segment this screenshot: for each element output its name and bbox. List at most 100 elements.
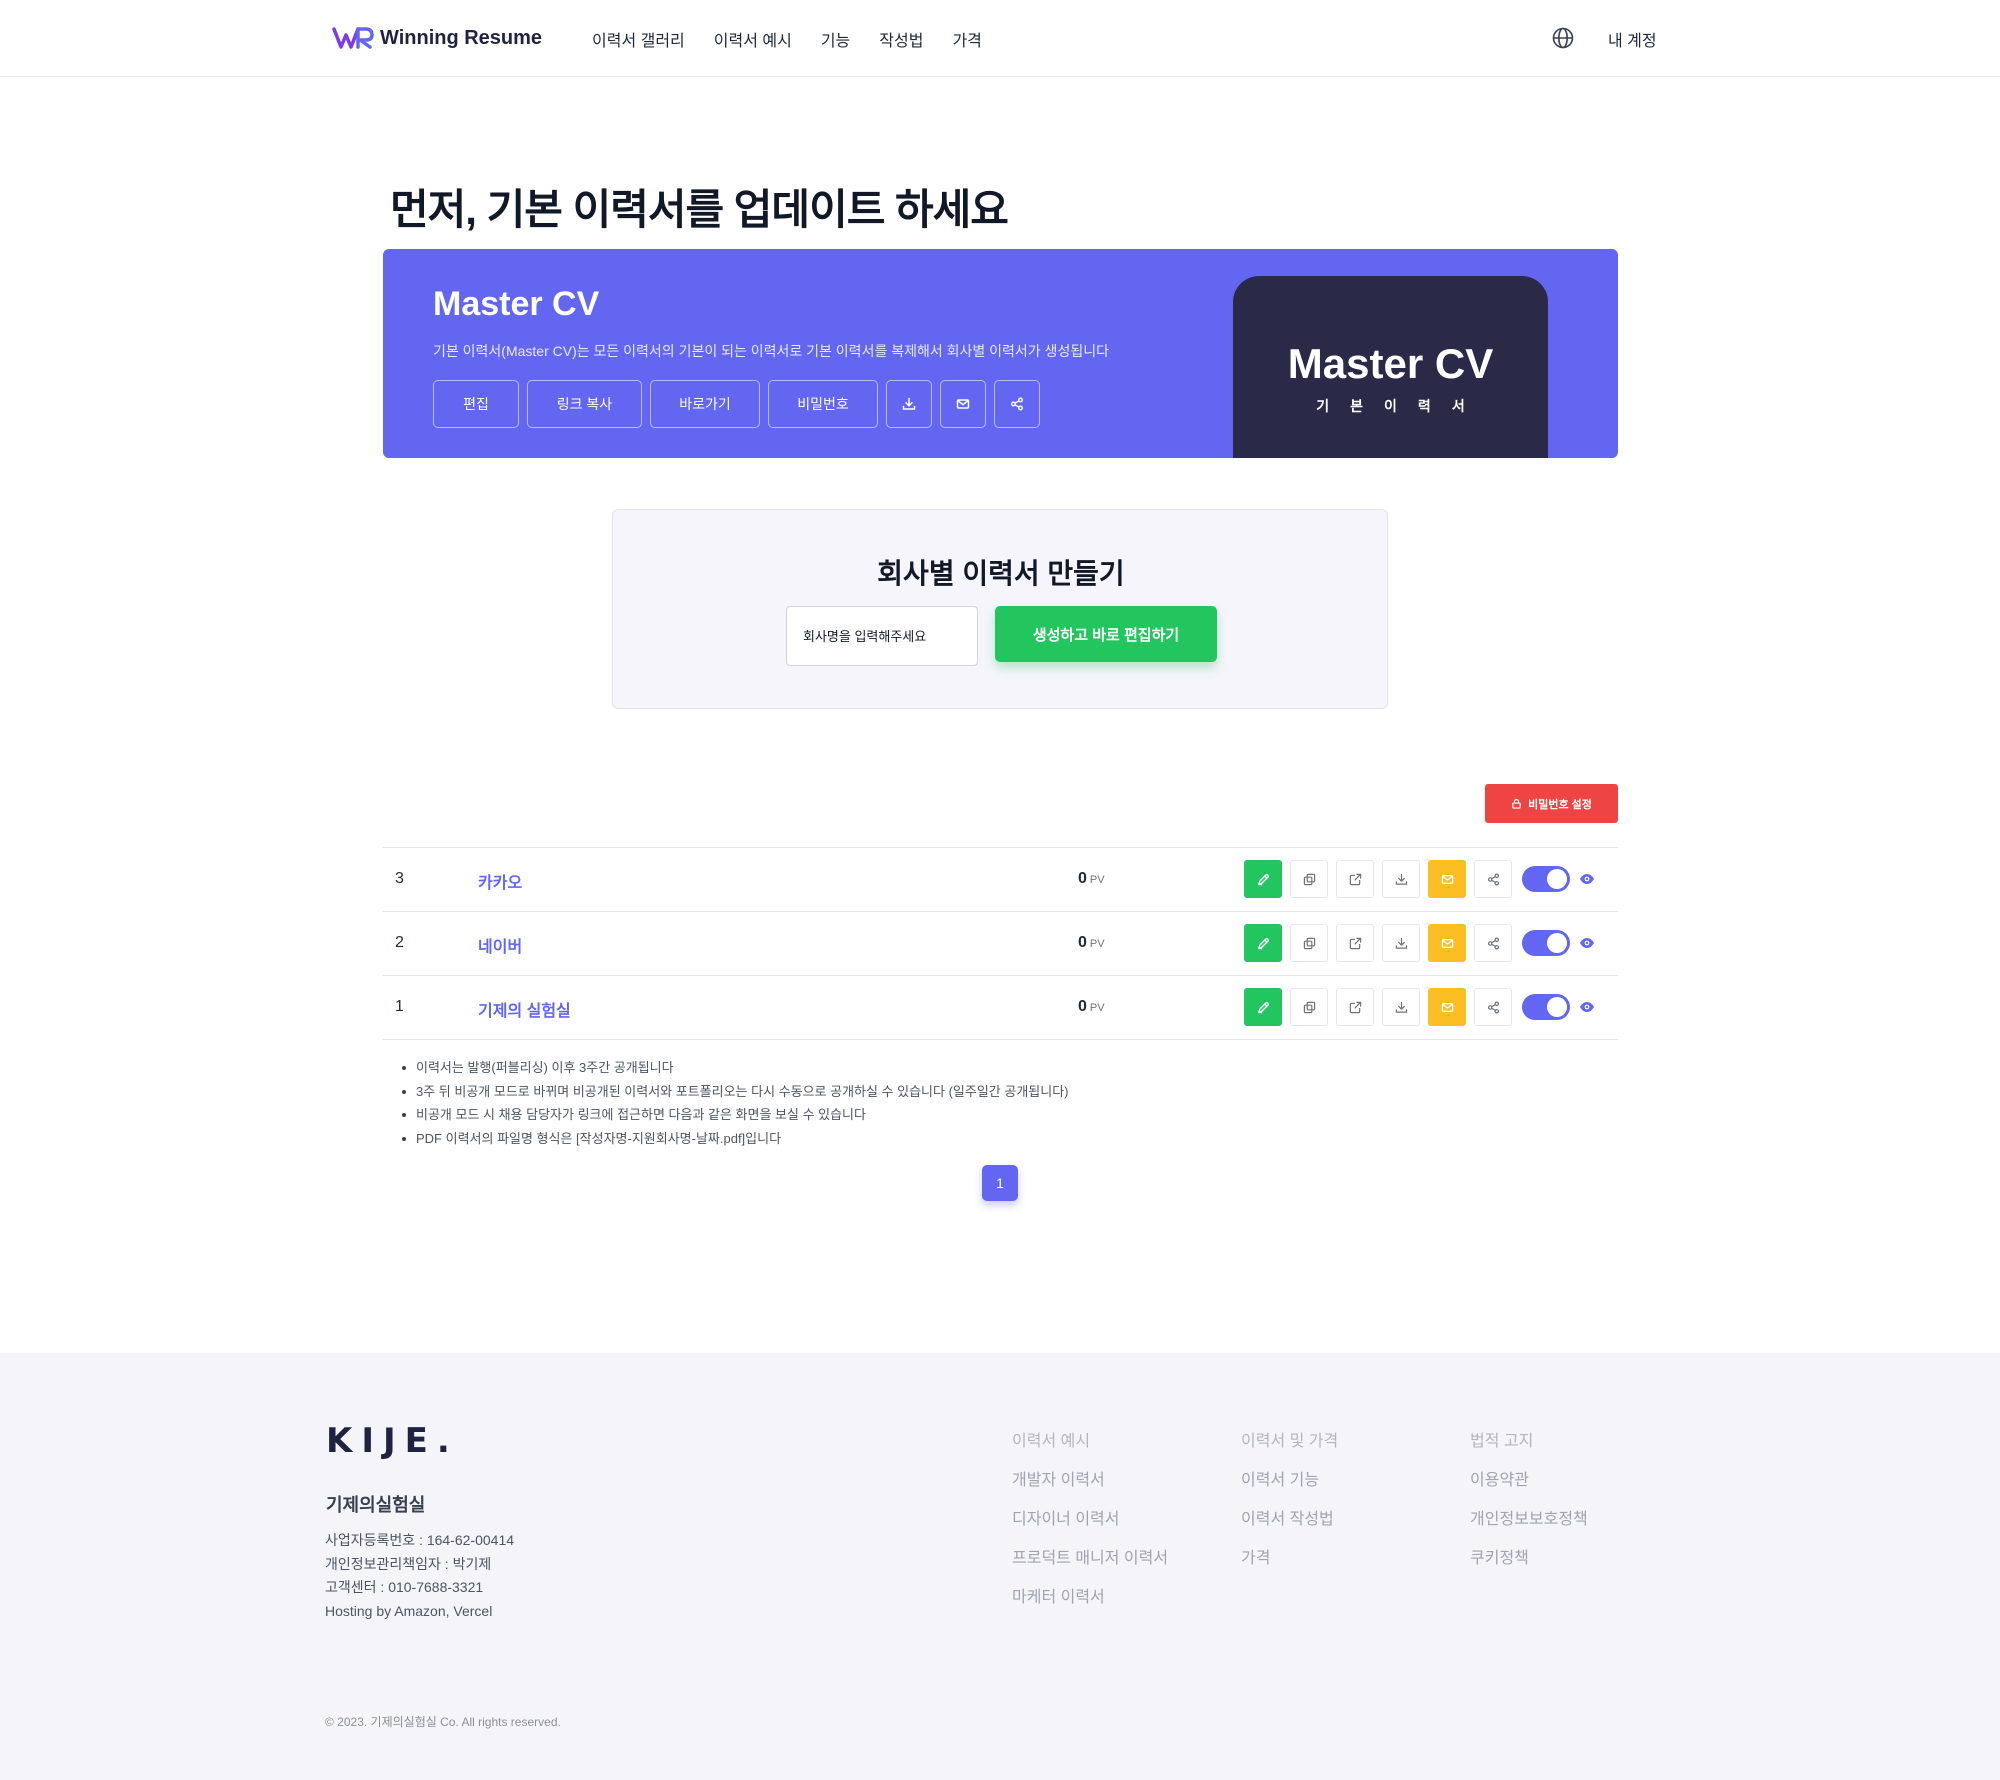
eye-icon[interactable] bbox=[1578, 934, 1596, 952]
download-icon bbox=[1395, 937, 1407, 949]
share-button[interactable] bbox=[1474, 860, 1512, 898]
resume-number: 3 bbox=[395, 870, 404, 887]
master-cv-title: Master CV bbox=[433, 285, 600, 323]
nav-link-gallery[interactable]: 이력서 갤러리 bbox=[592, 27, 685, 51]
create-and-edit-button[interactable]: 생성하고 바로 편집하기 bbox=[995, 606, 1217, 662]
mail-button[interactable] bbox=[1428, 924, 1466, 962]
mail-button[interactable] bbox=[1428, 988, 1466, 1026]
pencil-icon bbox=[1257, 873, 1269, 885]
visibility-toggle[interactable] bbox=[1522, 866, 1570, 892]
goto-button[interactable]: 바로가기 bbox=[650, 380, 760, 428]
customer-center: 고객센터 : 010-7688-3321 bbox=[325, 1579, 484, 1595]
nav-link-pricing[interactable]: 가격 bbox=[952, 27, 981, 51]
table-row: 2 네이버 0 PV bbox=[383, 912, 1618, 976]
page-view-count: 0 PV bbox=[1078, 870, 1105, 887]
copyright: © 2023. 기제의실험실 Co. All rights reserved. bbox=[325, 1715, 561, 1729]
duplicate-button[interactable] bbox=[1290, 988, 1328, 1026]
nav-link-examples[interactable]: 이력서 예시 bbox=[714, 27, 792, 51]
master-cv-actions: 편집 링크 복사 바로가기 비밀번호 bbox=[433, 380, 1040, 428]
lock-icon bbox=[1512, 798, 1521, 809]
hosting-info: Hosting by Amazon, Vercel bbox=[325, 1602, 493, 1619]
footer-link-developer[interactable]: 개발자 이력서 bbox=[1012, 1466, 1168, 1489]
eye-icon[interactable] bbox=[1578, 998, 1596, 1016]
password-setting-button[interactable]: 비밀번호 설정 bbox=[1485, 784, 1618, 823]
pagination-page-1[interactable]: 1 bbox=[982, 1165, 1018, 1201]
copy-icon bbox=[1303, 873, 1315, 885]
edit-master-button[interactable]: 편집 bbox=[433, 380, 519, 428]
download-icon bbox=[1395, 1001, 1407, 1013]
master-cv-description: 기본 이력서(Master CV)는 모든 이력서의 기본이 되는 이력서로 기… bbox=[433, 343, 1109, 359]
footer-logo: KIJE. bbox=[326, 1421, 459, 1461]
footer-link-features[interactable]: 이력서 기능 bbox=[1241, 1466, 1338, 1489]
resume-name-link[interactable]: 네이버 bbox=[478, 933, 522, 957]
footer-link-privacy[interactable]: 개인정보보호정책 bbox=[1470, 1505, 1588, 1528]
footer-link-designer[interactable]: 디자이너 이력서 bbox=[1012, 1505, 1168, 1528]
resume-number: 1 bbox=[395, 998, 404, 1015]
open-link-button[interactable] bbox=[1336, 860, 1374, 898]
footer-link-pm[interactable]: 프로덕트 매니저 이력서 bbox=[1012, 1544, 1168, 1567]
copy-icon bbox=[1303, 937, 1315, 949]
footer-link-terms[interactable]: 이용약관 bbox=[1470, 1466, 1588, 1489]
share-icon bbox=[1011, 397, 1023, 411]
edit-button[interactable] bbox=[1244, 988, 1282, 1026]
master-cv-preview-card: Master CV 기본이력서 bbox=[1233, 276, 1548, 458]
mail-icon bbox=[1441, 1002, 1453, 1012]
footer-link-marketer[interactable]: 마케터 이력서 bbox=[1012, 1583, 1168, 1606]
top-navbar: Winning Resume 이력서 갤러리 이력서 예시 기능 작성법 가격 … bbox=[0, 0, 2000, 77]
mail-icon bbox=[1441, 938, 1453, 948]
duplicate-button[interactable] bbox=[1290, 924, 1328, 962]
footer-link-pricing[interactable]: 가격 bbox=[1241, 1544, 1338, 1567]
globe-icon[interactable] bbox=[1551, 26, 1575, 50]
edit-button[interactable] bbox=[1244, 860, 1282, 898]
row-actions bbox=[1244, 924, 1596, 962]
external-link-icon bbox=[1349, 1001, 1361, 1013]
download-button[interactable] bbox=[1382, 924, 1420, 962]
nav-link-howto[interactable]: 작성법 bbox=[879, 27, 923, 51]
open-link-button[interactable] bbox=[1336, 988, 1374, 1026]
page-view-count: 0 PV bbox=[1078, 998, 1105, 1015]
my-account-link[interactable]: 내 계정 bbox=[1608, 27, 1657, 51]
share-button[interactable] bbox=[1474, 988, 1512, 1026]
resume-name-link[interactable]: 기제의 실험실 bbox=[478, 997, 571, 1021]
footer-link-howto[interactable]: 이력서 작성법 bbox=[1241, 1505, 1338, 1528]
external-link-icon bbox=[1349, 937, 1361, 949]
page-view-count: 0 PV bbox=[1078, 934, 1105, 951]
eye-icon[interactable] bbox=[1578, 870, 1596, 888]
row-actions bbox=[1244, 860, 1596, 898]
footer-col-examples: 이력서 예시 개발자 이력서 디자이너 이력서 프로덕트 매니저 이력서 마케터… bbox=[1012, 1427, 1168, 1622]
duplicate-button[interactable] bbox=[1290, 860, 1328, 898]
visibility-toggle[interactable] bbox=[1522, 994, 1570, 1020]
footer-link-cookies[interactable]: 쿠키정책 bbox=[1470, 1544, 1588, 1567]
brand-name: Winning Resume bbox=[380, 26, 543, 49]
password-button[interactable]: 비밀번호 bbox=[768, 380, 878, 428]
privacy-officer: 개인정보관리책임자 : 박기제 bbox=[325, 1555, 492, 1572]
brand-logo[interactable]: Winning Resume bbox=[332, 24, 542, 52]
download-master-button[interactable] bbox=[886, 380, 932, 428]
footer-col-resume-pricing: 이력서 및 가격 이력서 기능 이력서 작성법 가격 bbox=[1241, 1427, 1338, 1583]
mail-master-button[interactable] bbox=[940, 380, 986, 428]
copy-link-button[interactable]: 링크 복사 bbox=[527, 380, 642, 428]
share-icon bbox=[1487, 937, 1499, 949]
nav-link-features[interactable]: 기능 bbox=[821, 27, 850, 51]
company-name-input[interactable] bbox=[786, 606, 978, 666]
visibility-toggle[interactable] bbox=[1522, 930, 1570, 956]
download-button[interactable] bbox=[1382, 988, 1420, 1026]
download-button[interactable] bbox=[1382, 860, 1420, 898]
nav-links: 이력서 갤러리 이력서 예시 기능 작성법 가격 bbox=[592, 27, 982, 51]
publishing-notes: 이력서는 발행(퍼블리싱) 이후 3주간 공개됩니다 3주 뒤 비공개 모드로 … bbox=[400, 1056, 1069, 1150]
business-number: 사업자등록번호 : 164-62-00414 bbox=[325, 1532, 515, 1548]
copy-icon bbox=[1303, 1001, 1315, 1013]
share-master-button[interactable] bbox=[994, 380, 1040, 428]
page-headline: 먼저, 기본 이력서를 업데이트 하세요 bbox=[390, 186, 1009, 233]
table-row: 1 기제의 실험실 0 PV bbox=[383, 976, 1618, 1040]
cv-card-subtitle: 기본이력서 bbox=[1316, 398, 1486, 414]
download-icon bbox=[1395, 873, 1407, 885]
resume-name-link[interactable]: 카카오 bbox=[478, 869, 522, 893]
resume-number: 2 bbox=[395, 934, 404, 951]
edit-button[interactable] bbox=[1244, 924, 1282, 962]
share-button[interactable] bbox=[1474, 924, 1512, 962]
open-link-button[interactable] bbox=[1336, 924, 1374, 962]
mail-icon bbox=[956, 399, 970, 409]
note-item: 이력서는 발행(퍼블리싱) 이후 3주간 공개됩니다 bbox=[400, 1056, 1069, 1080]
mail-button[interactable] bbox=[1428, 860, 1466, 898]
